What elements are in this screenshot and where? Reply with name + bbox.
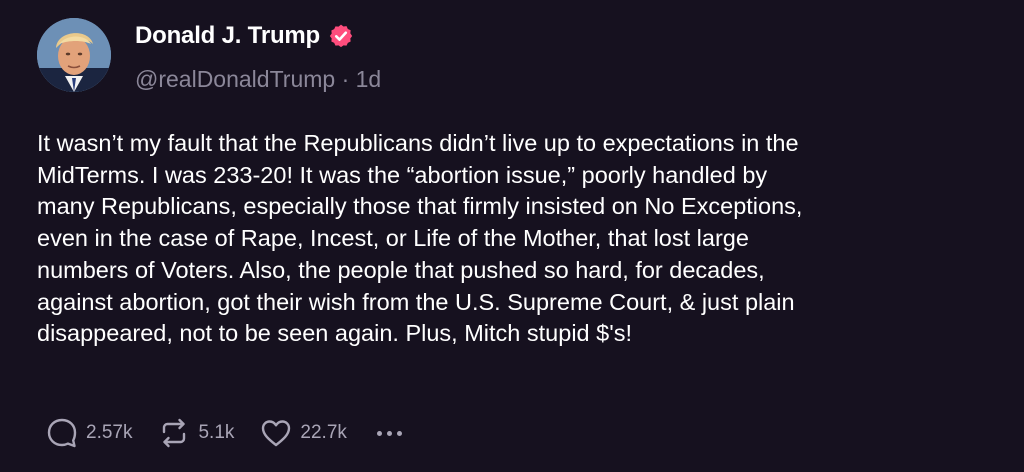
- repost-count: 5.1k: [198, 422, 235, 443]
- reply-icon: [47, 418, 77, 448]
- like-button[interactable]: 22.7k: [258, 415, 347, 451]
- meta-separator: ·: [341, 66, 350, 92]
- post-text: It wasn’t my fault that the Republicans …: [37, 128, 997, 350]
- repost-icon: [163, 418, 186, 448]
- post-text-line: against abortion, got their wish from th…: [37, 288, 795, 315]
- post-text-line: It wasn’t my fault that the Republicans …: [37, 130, 799, 156]
- author-handle[interactable]: @realDonaldTrump: [135, 66, 335, 92]
- avatar[interactable]: [37, 18, 111, 92]
- more-dot: [386, 430, 392, 436]
- reply-button[interactable]: 2.57k: [44, 415, 132, 451]
- more-dot: [396, 430, 402, 436]
- post-text-line: many Republicans, especially those that …: [37, 193, 803, 220]
- author-display-name[interactable]: Donald J. Trump: [135, 22, 320, 50]
- post-text-line: numbers of Voters. Also, the people that…: [37, 256, 765, 283]
- post-text-line: MidTerms. I was 233-20! It was the “abor…: [37, 161, 768, 188]
- author-meta: @realDonaldTrump · 1d: [135, 66, 381, 93]
- verified-badge-icon: [328, 23, 354, 49]
- heart-icon: [262, 420, 291, 447]
- like-count: 22.7k: [300, 422, 347, 443]
- profile-photo-icon: [37, 18, 111, 92]
- post-text-line: even in the case of Rape, Incest, or Lif…: [37, 225, 749, 252]
- post-text-line: disappeared, not to be seen again. Plus,…: [37, 320, 632, 347]
- author-name-row: Donald J. Trump: [135, 22, 354, 50]
- post-timestamp[interactable]: 1d: [356, 66, 382, 92]
- more-options-icon[interactable]: [376, 430, 402, 436]
- reply-count: 2.57k: [86, 422, 133, 443]
- post-actions: 2.57k 5.1k 22.7k: [44, 413, 402, 453]
- repost-button[interactable]: 5.1k: [156, 415, 234, 451]
- more-dot: [376, 430, 382, 436]
